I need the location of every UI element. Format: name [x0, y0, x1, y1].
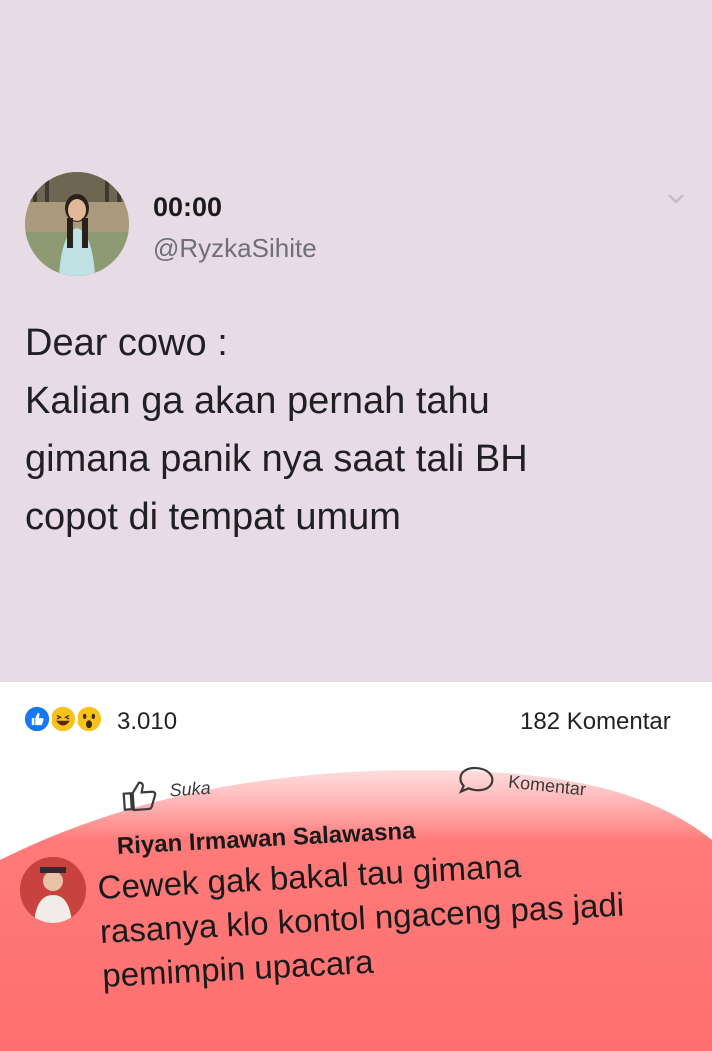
comment-count[interactable]: 182 Komentar — [520, 708, 671, 736]
thumbs-up-icon — [122, 781, 157, 812]
like-button-label: Suka — [168, 777, 212, 801]
tweet-line: Dear cowo : — [25, 322, 228, 364]
reaction-count[interactable]: 3.010 — [117, 708, 177, 736]
tweet-line: gimana panik nya saat tali BH — [25, 438, 528, 480]
commenter-avatar[interactable] — [20, 857, 86, 923]
like-button[interactable]: Suka — [119, 775, 211, 818]
like-reaction-icon — [22, 704, 52, 734]
tweet-line: Kalian ga akan pernah tahu — [25, 380, 490, 422]
comment-button[interactable]: Komentar — [454, 762, 587, 806]
chevron-down-icon[interactable] — [666, 192, 686, 206]
tweet-time: 00:00 — [153, 192, 223, 222]
comment-icon — [458, 766, 494, 794]
tweet-text: Dear cowo : Kalian ga akan pernah tahu g… — [25, 314, 695, 546]
tweet-card: 00:00 @RyzkaSihite Dear cowo : Kalian ga… — [0, 0, 712, 682]
wow-reaction-icon — [74, 704, 104, 734]
avatar[interactable] — [25, 172, 129, 276]
tweet-line: copot di tempat umum — [25, 496, 401, 538]
haha-reaction-icon — [48, 704, 78, 734]
tweet-handle[interactable]: @RyzkaSihite — [153, 233, 317, 264]
